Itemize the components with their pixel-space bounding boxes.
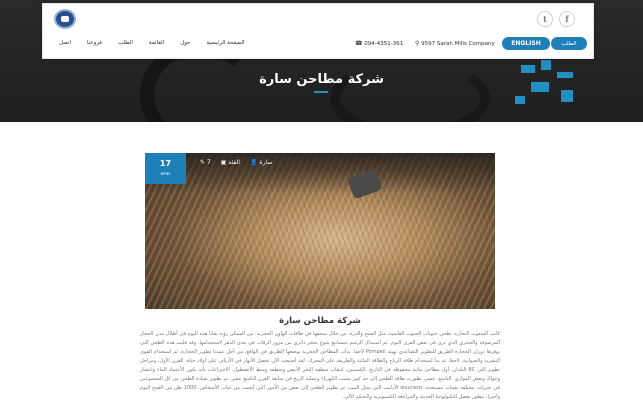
nav-item-order[interactable]: الطلب [118, 40, 133, 46]
nav-item-home[interactable]: الصفحة الرئيسية [206, 40, 244, 46]
article-image [145, 153, 495, 309]
facebook-icon[interactable]: f [559, 11, 575, 27]
meta-author[interactable]: 👤 سارة [250, 159, 272, 166]
order-button[interactable]: الطلب [551, 37, 587, 50]
english-language-button[interactable]: ENGLISH [502, 37, 550, 50]
meta-comments[interactable]: ✎ 7 [200, 159, 211, 166]
article-body: كانت الشعوب التجارية تطحن حبوبات الحبوب … [140, 331, 501, 400]
hero-decoration [330, 58, 490, 122]
nav-item-menu[interactable]: القائمة [149, 40, 164, 46]
comment-icon: ✎ [200, 159, 206, 166]
twitter-icon[interactable]: t [537, 11, 553, 27]
article-meta: 👤 سارة ▣ الفئة ✎ 7 [200, 159, 272, 166]
date-badge: 17 يونيو [145, 153, 186, 184]
title-underline [314, 91, 328, 93]
phone-icon: ☎ [355, 40, 363, 47]
date-month: يونيو [160, 170, 171, 176]
user-icon: 👤 [249, 159, 258, 166]
nav-item-branches[interactable]: فروعنا [87, 40, 102, 46]
contact-phone: ☎ 094-4351-361 [355, 40, 403, 47]
page-title: شركة مطاحن سارة [259, 72, 384, 87]
date-day: 17 [159, 159, 172, 168]
main-nav: الصفحة الرئيسية حول القائمة الطلب فروعنا… [59, 40, 244, 46]
folder-icon: ▣ [220, 159, 227, 166]
meta-category[interactable]: ▣ الفئة [221, 159, 240, 166]
company-address: 9597 Sarah Mills Company [421, 41, 495, 47]
phone-number: 094-4351-361 [364, 41, 404, 47]
company-logo[interactable] [54, 9, 76, 29]
nav-item-contact[interactable]: اتصل [59, 40, 71, 46]
location-pin-icon: ⚲ [415, 40, 420, 47]
contact-address: ⚲ 9597 Sarah Mills Company [415, 40, 495, 47]
site-header: t f الصفحة الرئيسية حول القائمة الطلب فر… [42, 3, 594, 59]
nav-item-about[interactable]: حول [180, 40, 190, 46]
article-title: شركة مطاحن سارة [279, 316, 361, 326]
social-links: t f [537, 11, 575, 27]
